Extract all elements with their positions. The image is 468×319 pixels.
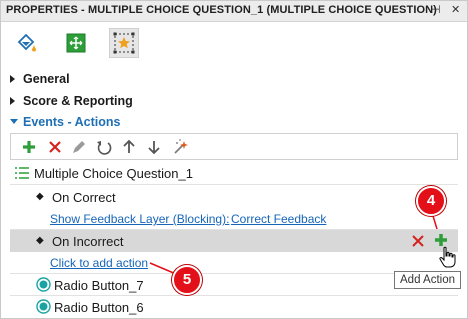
add-action-tooltip: Add Action — [394, 271, 461, 289]
step-badge-4: 4 — [416, 186, 446, 216]
step-badge-5: 5 — [172, 265, 202, 295]
hand-cursor-icon — [439, 246, 456, 268]
